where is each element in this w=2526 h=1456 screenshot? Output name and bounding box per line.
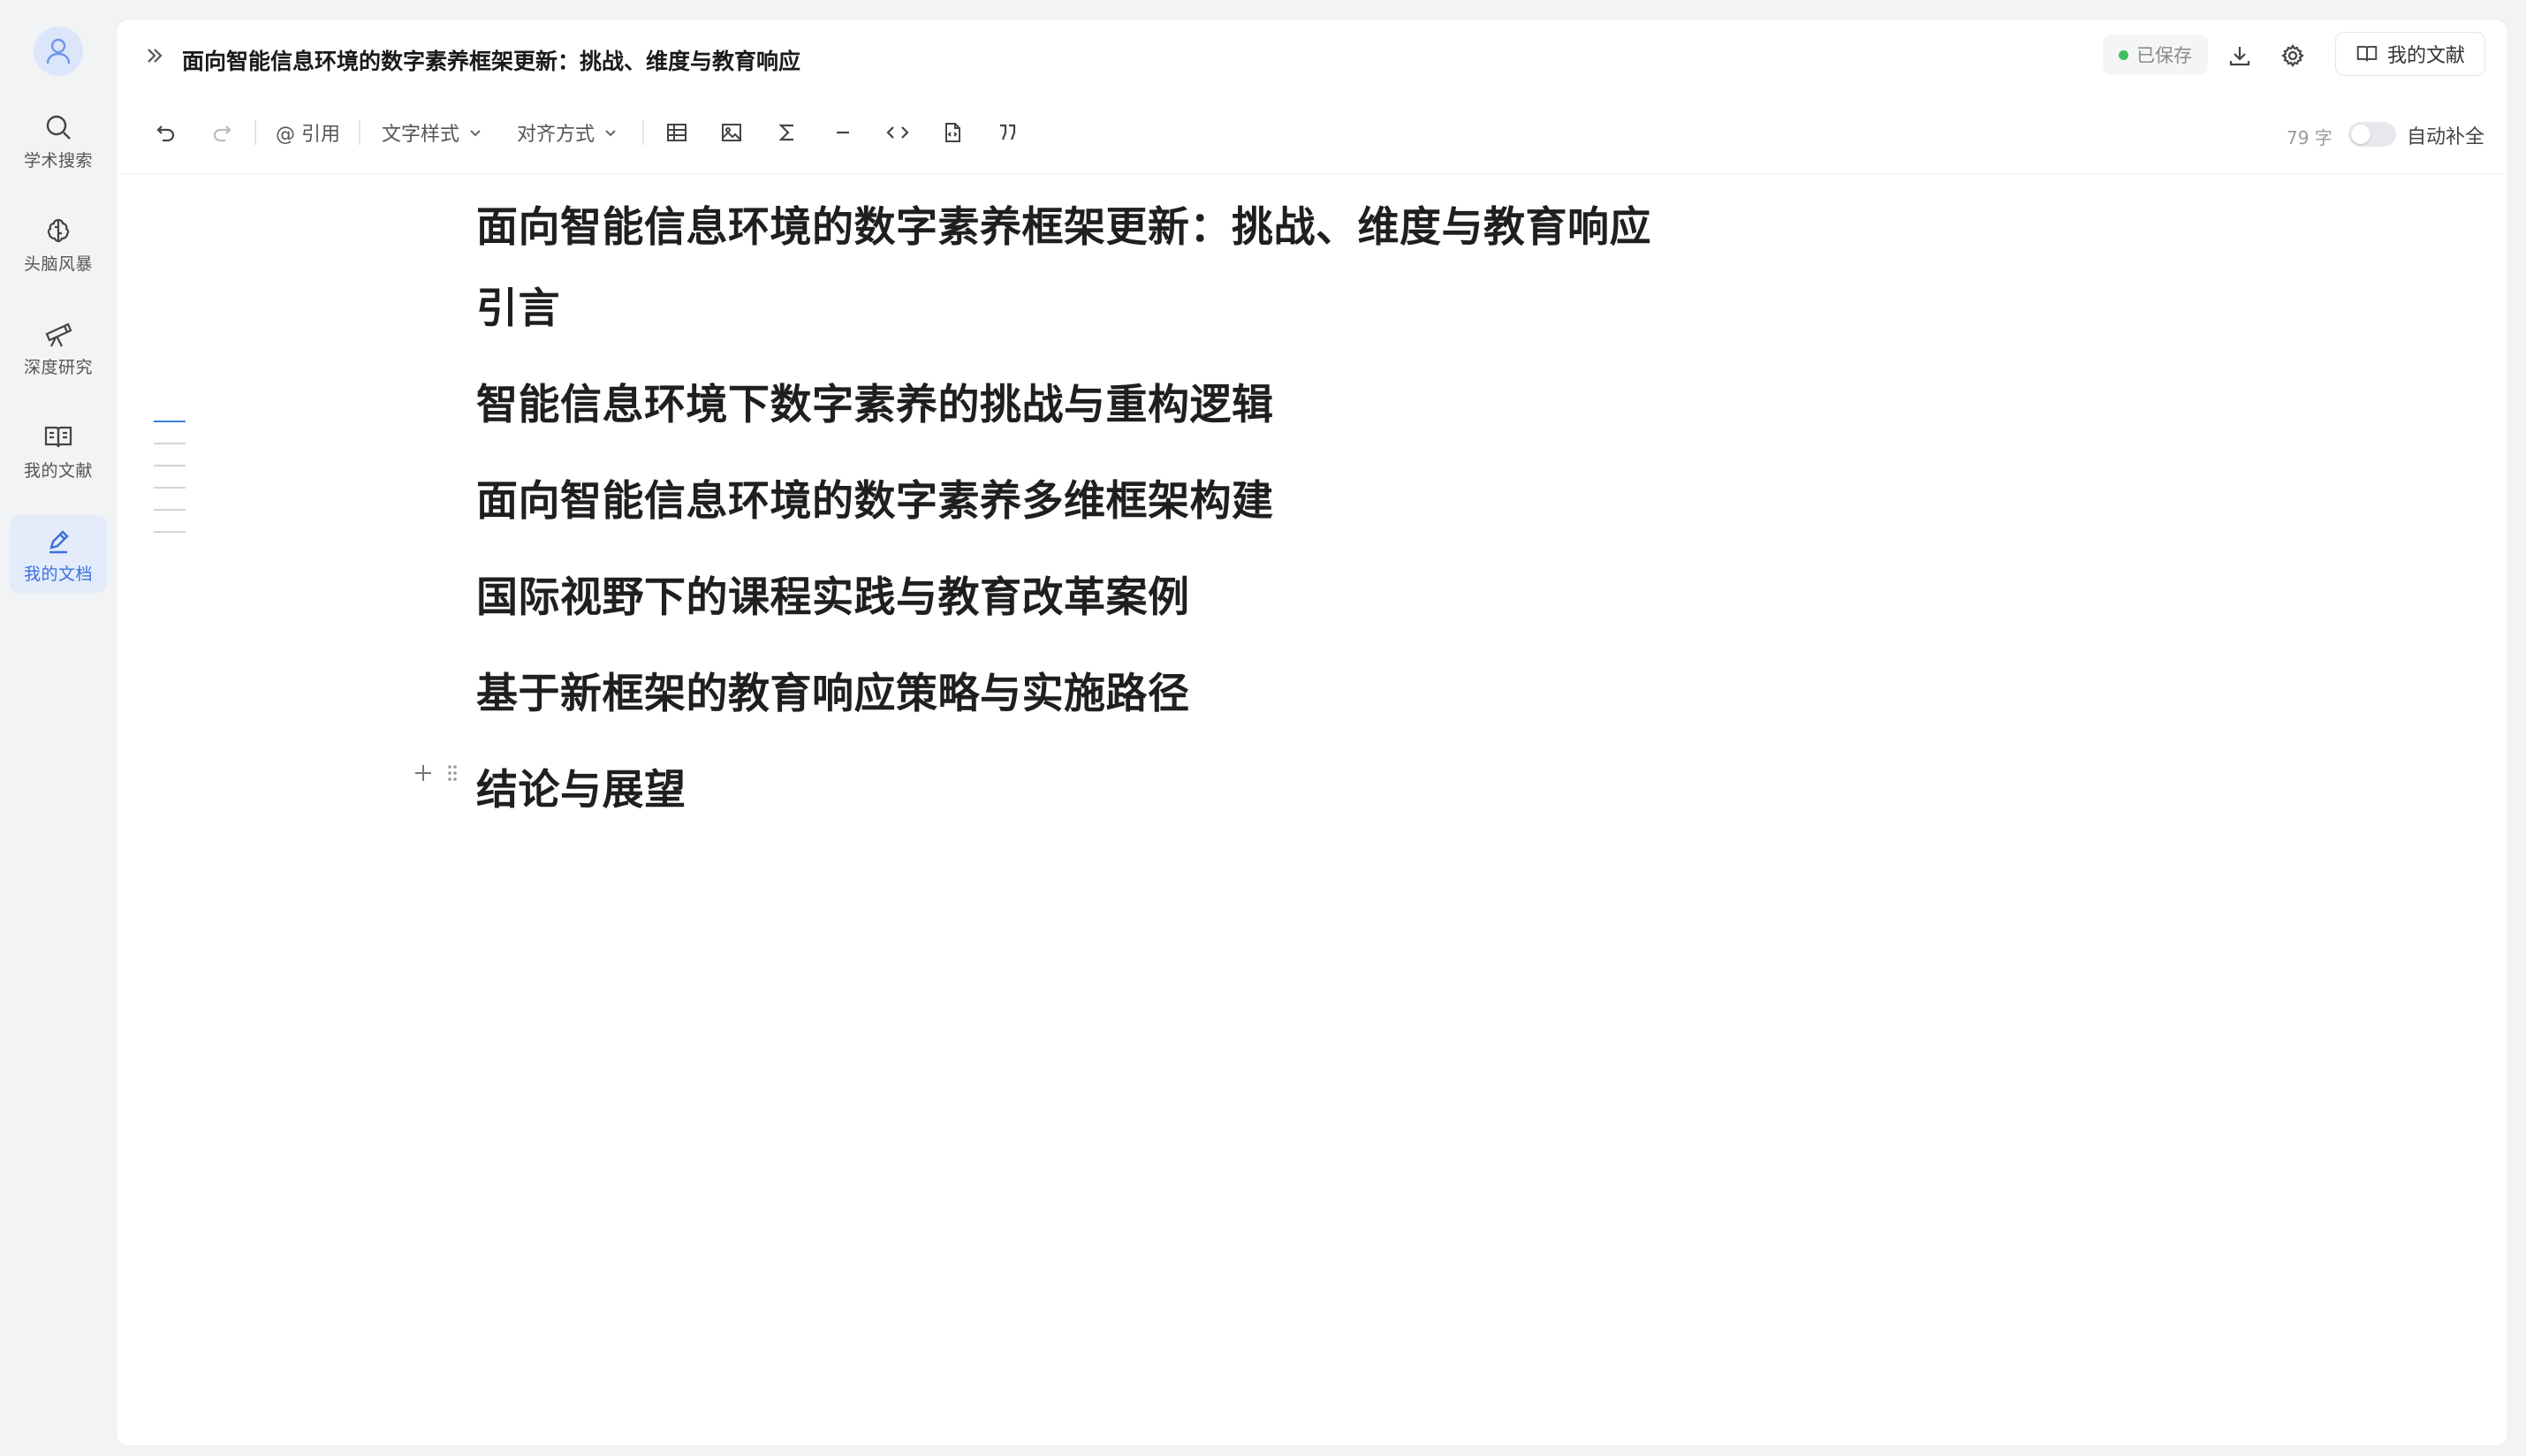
sidebar-item-label: 我的文献: [23, 460, 93, 481]
user-icon: [46, 38, 71, 64]
file-code-icon: [945, 123, 960, 142]
insert-formula-button[interactable]: [770, 115, 805, 150]
image-icon: [722, 124, 741, 141]
chevron-down-icon: [470, 130, 481, 137]
my-library-button[interactable]: 我的文献: [2335, 32, 2485, 76]
download-button[interactable]: [2223, 39, 2257, 72]
settings-button[interactable]: [2276, 39, 2310, 72]
outline-marker[interactable]: [154, 509, 186, 511]
code-icon: [886, 126, 909, 139]
header-bar: 面向智能信息环境的数字素养框架更新：挑战、维度与教育响应 已保存 我的文献: [117, 19, 2507, 92]
saved-dot-icon: [2119, 49, 2128, 60]
telescope-icon: [42, 317, 75, 351]
autocomplete-toggle[interactable]: [2348, 122, 2396, 147]
drag-handle[interactable]: [445, 762, 459, 785]
outline-marker[interactable]: [154, 487, 186, 489]
text-style-label: 文字样式: [382, 124, 460, 146]
text-style-dropdown[interactable]: 文字样式: [382, 115, 482, 150]
outline-marker[interactable]: [154, 531, 186, 533]
grip-icon: [448, 765, 457, 781]
sidebar-item-my-library[interactable]: 我的文献: [10, 412, 107, 489]
section-heading[interactable]: 国际视野下的课程实践与教育改革案例: [476, 563, 1190, 624]
sidebar-item-label: 头脑风暴: [23, 254, 93, 274]
sidebar-item-label: 深度研究: [23, 357, 93, 377]
outline-marker[interactable]: [154, 465, 186, 466]
insert-file-button[interactable]: [935, 115, 970, 150]
insert-code-button[interactable]: [880, 115, 915, 150]
outline-marker[interactable]: [154, 443, 186, 444]
gear-icon: [2281, 44, 2304, 67]
left-rail: 学术搜索 头脑风暴 深度研究 我的文献 我的文档: [0, 0, 117, 1456]
insert-table-button[interactable]: [659, 115, 694, 150]
book-icon: [42, 421, 75, 454]
editor-toolbar: @ 引用 文字样式 对齐方式 79 字 自动补全: [117, 92, 2507, 174]
outline-navigator: [154, 421, 189, 553]
double-chevron-right-icon: [148, 49, 163, 63]
sigma-icon: [778, 124, 793, 141]
undo-button[interactable]: [148, 115, 184, 150]
sidebar-item-label: 我的文档: [23, 564, 93, 584]
toggle-knob: [2351, 125, 2370, 144]
chevron-down-icon: [605, 130, 616, 137]
word-count: 79 字: [2287, 127, 2333, 148]
insert-divider-button[interactable]: [825, 115, 861, 150]
add-block-button[interactable]: [410, 760, 436, 786]
block-handle: [410, 760, 459, 786]
toolbar-divider: [642, 120, 644, 145]
section-heading[interactable]: 基于新框架的教育响应策略与实施路径: [476, 659, 1190, 720]
align-dropdown[interactable]: 对齐方式: [517, 115, 618, 150]
redo-button[interactable]: [204, 115, 239, 150]
quote-icon: [1000, 124, 1016, 140]
document-title[interactable]: 面向智能信息环境的数字素养框架更新：挑战、维度与教育响应: [476, 193, 1651, 254]
download-icon: [2229, 47, 2250, 66]
autocomplete-label: 自动补全: [2407, 126, 2485, 148]
outline-marker[interactable]: [154, 421, 186, 422]
sidebar-item-brainstorm[interactable]: 头脑风暴: [10, 205, 107, 283]
save-status-badge: 已保存: [2103, 34, 2208, 75]
section-heading[interactable]: 智能信息环境下数字素养的挑战与重构逻辑: [476, 370, 1274, 431]
align-label: 对齐方式: [517, 124, 595, 146]
search-icon: [42, 110, 75, 144]
undo-icon: [156, 125, 175, 142]
toolbar-divider: [254, 120, 256, 145]
doc-title: 面向智能信息环境的数字素养框架更新：挑战、维度与教育响应: [182, 49, 801, 74]
insert-quote-button[interactable]: [990, 115, 1025, 150]
section-heading[interactable]: 面向智能信息环境的数字素养多维框架构建: [476, 466, 1274, 527]
redo-icon: [213, 125, 231, 142]
cite-button[interactable]: @ 引用: [276, 115, 340, 150]
horizontal-rule-icon: [837, 131, 849, 134]
brain-icon: [42, 214, 75, 247]
plus-icon: [415, 765, 431, 781]
sidebar-item-label: 学术搜索: [23, 150, 93, 171]
section-heading[interactable]: 结论与展望: [476, 755, 686, 816]
sidebar-item-deep-research[interactable]: 深度研究: [10, 308, 107, 386]
sidebar-item-academic-search[interactable]: 学术搜索: [10, 102, 107, 179]
section-heading[interactable]: 引言: [476, 274, 560, 335]
table-icon: [667, 124, 686, 141]
sidebar-item-my-documents[interactable]: 我的文档: [10, 515, 107, 593]
toolbar-divider: [359, 120, 360, 145]
my-library-label: 我的文献: [2386, 45, 2465, 67]
book-icon: [2356, 45, 2378, 62]
insert-image-button[interactable]: [714, 115, 749, 150]
pen-icon: [42, 524, 75, 557]
avatar[interactable]: [34, 27, 83, 76]
save-status-label: 已保存: [2136, 45, 2192, 66]
editor-panel: 面向智能信息环境的数字素养框架更新：挑战、维度与教育响应 已保存 我的文献 @ …: [117, 19, 2507, 1445]
expand-sidebar-button[interactable]: [140, 41, 170, 71]
